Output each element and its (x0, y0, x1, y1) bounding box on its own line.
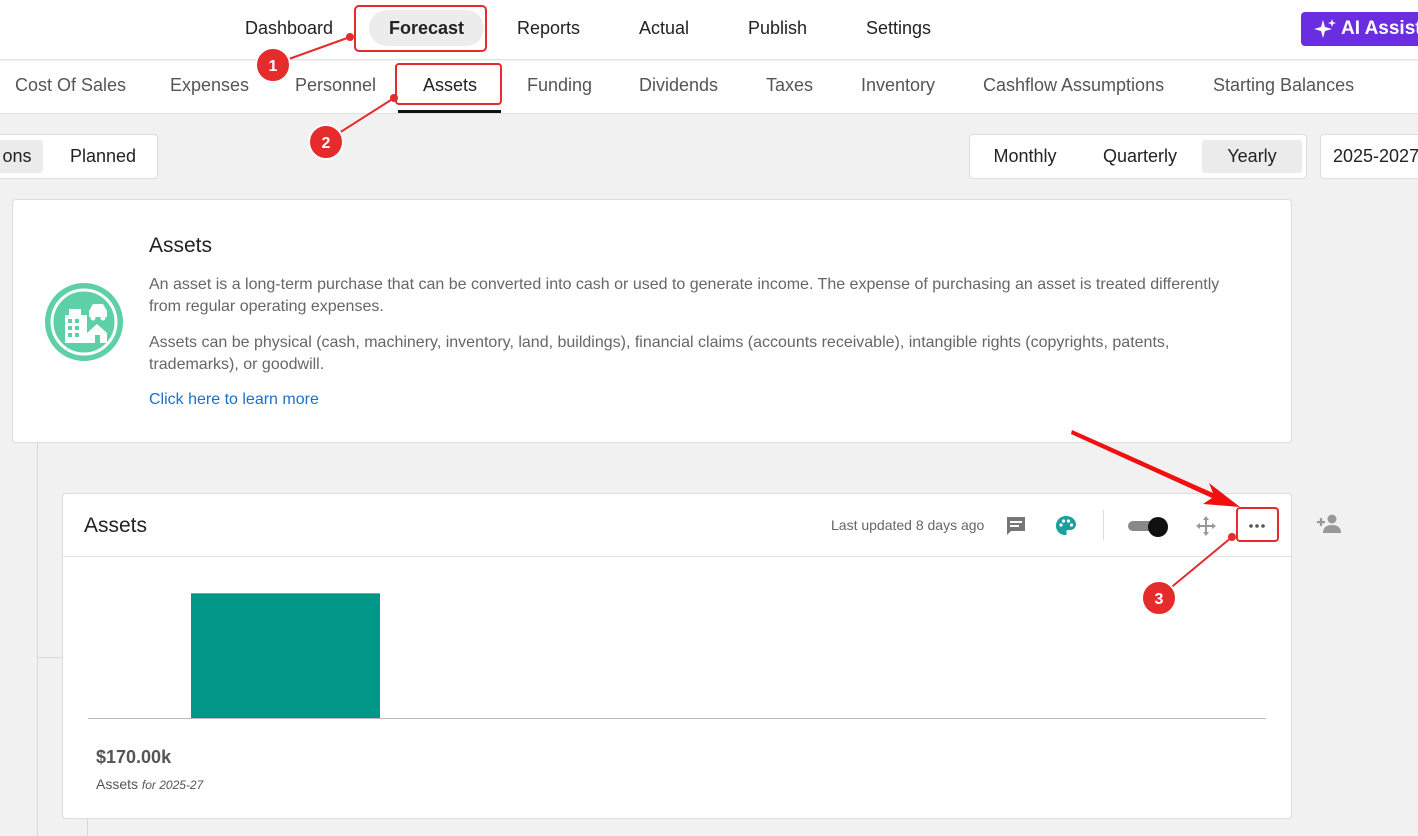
tree-connector (37, 657, 63, 658)
assets-chart-card: Assets Last updated 8 days ago $170.00k … (62, 493, 1292, 819)
last-updated-text: Last updated 8 days ago (831, 517, 985, 533)
caption-label: Assets (96, 776, 139, 792)
move-icon[interactable] (1194, 514, 1218, 543)
active-tab-indicator (398, 110, 501, 113)
intro-paragraph-2: Assets can be physical (cash, machinery,… (149, 334, 1170, 373)
sparkle-icon (1314, 19, 1336, 38)
card-title: Assets (84, 514, 148, 537)
tree-connector (37, 443, 38, 836)
card-header: Assets Last updated 8 days ago (63, 494, 1291, 557)
nav-forecast[interactable]: Forecast (369, 10, 485, 46)
annotation-label-2: 2 (322, 135, 331, 152)
year-range-select[interactable]: 2025-2027 (1320, 134, 1418, 179)
intro-title: Assets (149, 234, 213, 257)
tab-inventory[interactable]: Inventory (861, 75, 935, 96)
tree-connector (87, 818, 88, 836)
chart-visibility-toggle[interactable] (1128, 517, 1168, 537)
nav-settings[interactable]: Settings (866, 10, 931, 46)
view-option-projections[interactable]: ons (0, 140, 43, 173)
tab-expenses[interactable]: Expenses (170, 75, 249, 96)
tab-cashflow-assumptions[interactable]: Cashflow Assumptions (983, 75, 1164, 96)
caption-period: for 2025-27 (141, 778, 204, 792)
tab-personnel[interactable]: Personnel (295, 75, 376, 96)
ai-assist-button[interactable]: AI Assist (1301, 12, 1418, 46)
tab-funding[interactable]: Funding (527, 75, 592, 96)
assets-intro-card: Assets An asset is a long-term purchase … (12, 199, 1292, 443)
nav-reports[interactable]: Reports (517, 10, 580, 46)
forecast-sub-navigation: Cost Of Sales Expenses Personnel Assets … (0, 61, 1418, 114)
tab-dividends[interactable]: Dividends (639, 75, 718, 96)
learn-more-link[interactable]: Click here to learn more (149, 391, 319, 409)
period-toggle: Monthly Quarterly Yearly (969, 134, 1307, 179)
nav-dashboard[interactable]: Dashboard (245, 10, 333, 46)
comment-icon[interactable] (1004, 514, 1028, 543)
nav-actual[interactable]: Actual (639, 10, 689, 46)
bar-2025-27 (191, 593, 380, 718)
assets-total-value: $170.00k (96, 747, 172, 767)
assets-bar-chart (88, 593, 1266, 719)
period-monthly[interactable]: Monthly (980, 140, 1070, 173)
header-divider (1103, 510, 1104, 540)
ai-assist-label: AI Assist (1341, 18, 1418, 39)
view-option-planned[interactable]: Planned (53, 140, 153, 173)
tab-assets[interactable]: Assets (423, 75, 477, 96)
tab-starting-balances[interactable]: Starting Balances (1213, 75, 1354, 96)
period-yearly[interactable]: Yearly (1202, 140, 1302, 173)
top-navigation: Dashboard Forecast Reports Actual Publis… (0, 0, 1418, 60)
tab-taxes[interactable]: Taxes (766, 75, 813, 96)
intro-paragraph-1: An asset is a long-term purchase that ca… (149, 276, 1220, 315)
assets-total-caption: Assets for 2025-27 (96, 776, 203, 792)
nav-publish[interactable]: Publish (748, 10, 807, 46)
add-user-icon[interactable] (1316, 513, 1342, 540)
view-toggle: ons Planned (0, 134, 158, 179)
more-options-icon[interactable] (1245, 514, 1269, 543)
tab-cost-of-sales[interactable]: Cost Of Sales (15, 75, 126, 96)
period-quarterly[interactable]: Quarterly (1090, 140, 1190, 173)
palette-icon[interactable] (1054, 514, 1078, 543)
buildings-car-house-icon (43, 281, 125, 368)
